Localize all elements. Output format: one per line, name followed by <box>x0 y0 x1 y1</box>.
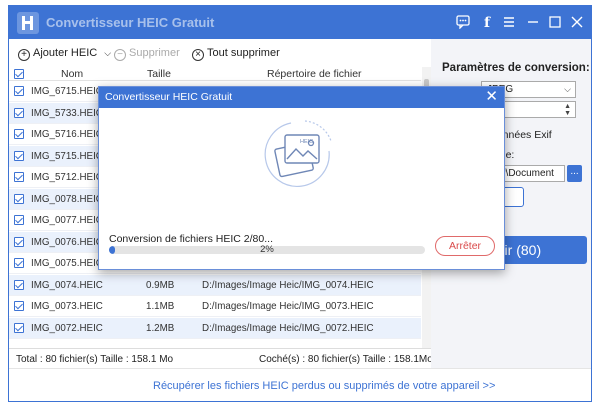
row-name: IMG_5715.HEIC <box>31 150 103 162</box>
table-row[interactable]: IMG_0074.HEIC 0.9MB D:/Images/Image Heic/I… <box>9 274 421 296</box>
column-name-header: Nom <box>61 68 84 80</box>
column-size-header: Taille <box>147 68 171 80</box>
table-row[interactable]: IMG_0072.HEIC 1.2MB D:/Images/Image Heic/I… <box>9 317 421 339</box>
delete-all-icon: × <box>192 49 204 61</box>
row-name: IMG_6715.HEIC <box>31 86 103 97</box>
row-checkbox[interactable] <box>14 236 24 247</box>
app-title: Convertisseur HEIC Gratuit <box>46 15 215 30</box>
total-status: Total : 80 fichier(s) Taille : 158.1 Mo <box>16 354 174 365</box>
row-checkbox[interactable] <box>14 172 24 182</box>
settings-heading: Paramètres de conversion: <box>442 62 590 74</box>
delete-all-button[interactable]: × Tout supprimer <box>192 45 280 61</box>
row-checkbox[interactable] <box>14 86 24 96</box>
progress-fill <box>109 246 116 254</box>
dialog-title: Convertisseur HEIC Gratuit <box>105 91 233 103</box>
recover-link[interactable]: Récupérer les fichiers HEIC perdus ou su… <box>153 380 495 392</box>
close-icon[interactable] <box>569 15 585 31</box>
delete-label: Supprimer <box>129 47 180 59</box>
facebook-icon[interactable]: f <box>479 15 495 31</box>
stepper-arrows-icon: ▲ ▼ <box>564 103 571 117</box>
chevron-down-icon: ⌵ <box>104 48 112 58</box>
row-name: IMG_0072.HEIC <box>31 322 103 334</box>
row-dir: D:/Images/Image Heic/IMG_0074.HEIC <box>202 279 374 291</box>
table-header: Nom Taille Répertoire de fichier <box>9 67 421 81</box>
row-dir: D:/Images/Image Heic/IMG_0073.HEIC <box>202 301 374 312</box>
row-size: 0.9MB <box>146 279 175 291</box>
row-checkbox[interactable] <box>14 322 24 333</box>
row-name: IMG_5733.HEIC <box>31 107 103 119</box>
minimize-icon[interactable] <box>525 15 541 31</box>
toolbar: + Ajouter HEIC ⌵ − Supprimer × Tout supprim… <box>9 39 431 67</box>
row-checkbox[interactable] <box>14 279 24 290</box>
title-bar: Convertisseur HEIC Gratuit f <box>9 6 591 39</box>
row-name: IMG_5716.HEIC <box>31 129 103 140</box>
feedback-icon[interactable] <box>455 15 471 31</box>
delete-button[interactable]: − Supprimer <box>114 45 180 61</box>
status-bar: Total : 80 fichier(s) Taille : 158.1 Mo … <box>9 348 433 368</box>
row-size: 1.2MB <box>146 322 175 334</box>
stop-button[interactable]: Arrêter <box>435 236 495 256</box>
table-row[interactable]: IMG_0073.HEIC 1.1MB D:/Images/Image Heic/I… <box>9 296 421 317</box>
row-name: IMG_0073.HEIC <box>31 301 103 312</box>
heic-art-label: HEIC <box>300 139 313 145</box>
row-size: 1.1MB <box>146 301 175 312</box>
app-window: Convertisseur HEIC Gratuit f + Ajouter HE… <box>8 5 592 402</box>
row-checkbox[interactable] <box>14 107 24 118</box>
row-checkbox[interactable] <box>14 129 24 139</box>
progress-percent: 2% <box>260 244 274 255</box>
dialog-close-icon[interactable]: ✕ <box>485 88 498 106</box>
row-checkbox[interactable] <box>14 150 24 161</box>
row-checkbox[interactable] <box>14 215 24 225</box>
row-name: IMG_5712.HEIC <box>31 172 103 183</box>
select-all-checkbox[interactable] <box>14 69 24 79</box>
row-dir: D:/Images/Image Heic/IMG_0072.HEIC <box>202 322 374 334</box>
browse-button[interactable]: ... <box>567 165 582 182</box>
column-dir-header: Répertoire de fichier <box>267 68 362 80</box>
row-name: IMG_0078.HEIC <box>31 193 103 205</box>
maximize-icon[interactable] <box>547 15 563 31</box>
footer: Récupérer les fichiers HEIC perdus ou su… <box>9 368 591 401</box>
conversion-status-text: Conversion de fichiers HEIC 2/80... <box>109 233 273 245</box>
add-icon: + <box>18 49 30 61</box>
row-name: IMG_0077.HEIC <box>31 215 103 226</box>
add-heic-button[interactable]: + Ajouter HEIC ⌵ <box>18 45 111 61</box>
chevron-down-icon: ⌵ <box>564 84 571 94</box>
app-logo-icon <box>17 12 39 34</box>
conversion-dialog: Convertisseur HEIC Gratuit ✕ HEIC Conver… <box>98 86 505 270</box>
heic-image-icon: HEIC <box>264 120 332 187</box>
row-checkbox[interactable] <box>14 193 24 204</box>
row-checkbox[interactable] <box>14 258 24 268</box>
delete-all-label: Tout supprimer <box>207 47 280 59</box>
row-name: IMG_0074.HEIC <box>31 279 103 291</box>
dialog-title-bar: Convertisseur HEIC Gratuit ✕ <box>99 87 504 108</box>
row-checkbox[interactable] <box>14 301 24 311</box>
row-name: IMG_0075.HEIC <box>31 258 103 269</box>
delete-icon: − <box>114 49 126 61</box>
add-heic-label: Ajouter HEIC <box>33 47 98 59</box>
menu-icon[interactable] <box>501 15 517 31</box>
checked-status: Coché(s) : 80 fichier(s) Taille : 158.1M… <box>259 354 433 365</box>
row-name: IMG_0076.HEIC <box>31 236 103 248</box>
